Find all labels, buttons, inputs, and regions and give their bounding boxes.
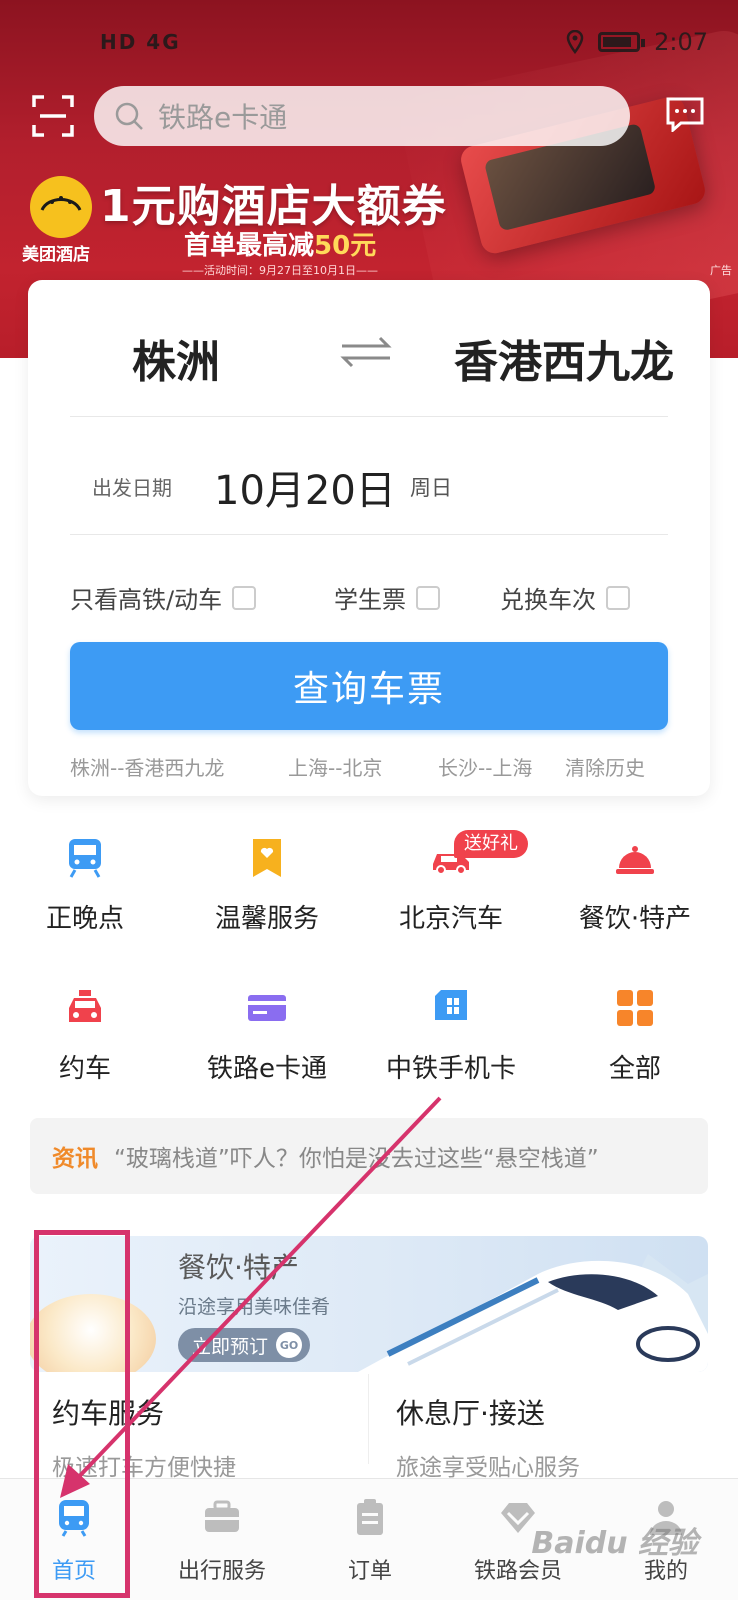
news-headline[interactable]: “玻璃栈道”吓人？你怕是没去过这些“悬空栈道” [114,1139,599,1173]
food-banner-subtitle: 沿途享用美味佳肴 [178,1296,331,1318]
history-item[interactable]: 上海--北京 [288,752,382,781]
food-specialty-banner[interactable]: 餐饮·特产 沿途享用美味佳肴 立即预订 GO [30,1236,708,1372]
watermark: Baidu 经验 [531,1526,698,1561]
scan-icon[interactable] [32,95,74,137]
network-indicator: HD 4G [100,30,181,54]
departure-weekday: 周日 [410,476,452,500]
to-station[interactable]: 香港西九龙 [454,326,674,390]
history-item[interactable]: 株洲--香港西九龙 [70,752,224,781]
search-placeholder: 铁路e卡通 [158,101,288,134]
service-sim-card[interactable]: 中铁手机卡 [366,986,536,1085]
tab-travel-services[interactable]: 出行服务 [148,1497,296,1585]
meituan-logo-icon [40,196,82,211]
news-tag: 资讯 [52,1146,98,1172]
divider [368,1374,369,1464]
card-icon [248,995,286,1021]
message-icon[interactable] [665,96,705,132]
lounge-transfer-card[interactable]: 休息厅·接送 旅途享受贴心服务 [396,1392,580,1482]
status-bar: HD 4G 2:07 [0,0,738,90]
search-bar[interactable]: 铁路e卡通 [94,86,630,146]
service-all[interactable]: 全部 [550,986,720,1085]
student-checkbox[interactable] [416,585,440,610]
ad-tag: 广告 [710,264,732,277]
location-icon [566,30,584,54]
meituan-hotel-logo [30,176,92,238]
history-item[interactable]: 长沙--上海 [438,752,532,781]
train-icon [69,839,101,878]
book-now-button[interactable]: 立即预订 GO [178,1328,311,1362]
gift-badge: 送好礼 [454,830,528,858]
service-taxi[interactable]: 约车 [0,986,170,1085]
divider [70,534,668,535]
divider [70,416,668,417]
news-ticker[interactable]: 资讯 “玻璃栈道”吓人？你怕是没去过这些“悬空栈道” [30,1118,708,1194]
sim-card-icon [435,990,467,1020]
option-student[interactable]: 学生票 [334,580,440,615]
ticket-search-card: 株洲 香港西九龙 出发日期 10月20日 周日 只看高铁/动车 学生票 兑换车次… [28,280,710,796]
swap-stations-icon[interactable] [336,332,396,372]
clear-history-button[interactable]: 清除历史 [565,752,645,781]
query-tickets-button[interactable]: 查询车票 [70,642,668,730]
service-ecard[interactable]: 铁路e卡通 [182,986,352,1085]
battery-icon [598,32,646,52]
promo-date-note: ——活动时间：9月27日至10月1日—— [182,264,378,277]
high-speed-train-image [358,1254,708,1372]
grid-icon [617,990,653,1026]
exchange-checkbox[interactable] [606,585,630,610]
tab-orders[interactable]: 订单 [296,1497,444,1585]
from-station[interactable]: 株洲 [132,326,220,390]
date-label: 出发日期 [92,476,172,500]
departure-date[interactable]: 10月20日 [214,458,396,516]
taxi-icon [69,990,101,1022]
option-high-speed[interactable]: 只看高铁/动车 [70,580,257,615]
service-on-time[interactable]: 正晚点 [0,836,170,935]
status-right: 2:07 [566,28,708,56]
option-exchange[interactable]: 兑换车次 [500,580,630,615]
promo-subtitle: 首单最高减50元 [184,231,377,261]
promo-brand: 美团酒店 [22,245,90,265]
high-speed-checkbox[interactable] [232,585,257,610]
go-badge: GO [276,1332,303,1358]
annotation-highlight-box [34,1230,130,1598]
clipboard-icon [357,1499,383,1535]
search-icon [115,102,143,130]
food-banner-title: 餐饮·特产 [178,1251,299,1284]
service-care[interactable]: 温馨服务 [182,836,352,935]
food-cover-icon [616,846,654,874]
clock: 2:07 [654,28,708,56]
briefcase-icon [205,1500,239,1532]
bookmark-heart-icon [253,839,281,877]
service-food[interactable]: 餐饮·特产 [550,836,720,935]
